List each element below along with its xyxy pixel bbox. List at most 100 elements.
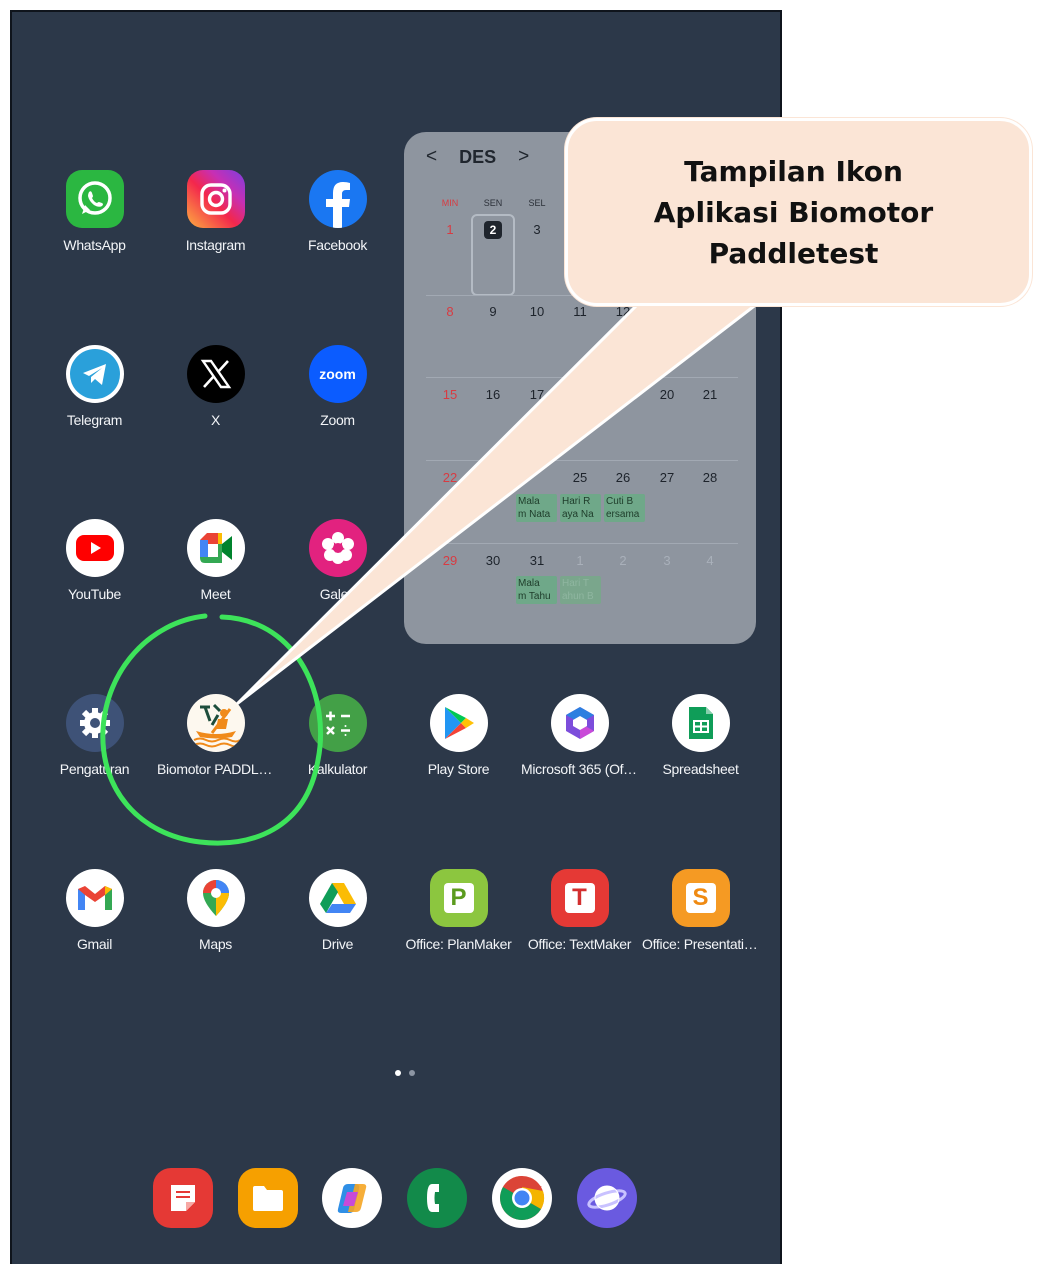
calendar-day[interactable]: 2 [606, 553, 640, 568]
biomotor-paddle-icon [186, 694, 245, 752]
calendar-day[interactable]: 9 [476, 304, 510, 319]
app-biomotor-paddle[interactable]: Biomotor PADDLE... [155, 694, 276, 804]
copilot-icon[interactable] [322, 1168, 382, 1228]
calendar-day[interactable]: 29 [433, 553, 467, 568]
calendar-day[interactable]: 21 [693, 387, 727, 402]
app-label: Maps [198, 936, 233, 952]
app-planmaker[interactable]: P Office: PlanMaker [398, 869, 519, 979]
calendar-today[interactable]: 2 [484, 221, 502, 239]
planmaker-icon-letter: P [443, 883, 474, 913]
app-gallery[interactable]: Galeri [277, 519, 398, 629]
calendar-event[interactable]: Mala m Tahu [516, 576, 557, 604]
calendar-day[interactable]: 4 [693, 553, 727, 568]
calendar-event[interactable]: Mala m Nata [516, 494, 557, 522]
app-label: Office: PlanMaker [405, 936, 512, 952]
calendar-day[interactable]: 22 [433, 470, 467, 485]
app-facebook[interactable]: Facebook [277, 170, 398, 280]
calendar-prev-button[interactable]: < [426, 146, 437, 168]
app-label: Microsoft 365 (Offi... [521, 761, 640, 777]
app-gmail[interactable]: Gmail [34, 869, 155, 979]
app-x[interactable]: X [155, 345, 276, 455]
app-spreadsheet[interactable]: Spreadsheet [640, 694, 761, 804]
calendar-day[interactable]: 26 [606, 470, 640, 485]
app-textmaker[interactable]: T Office: TextMaker [519, 869, 640, 979]
app-presentations[interactable]: S Office: Presentatio... [640, 869, 761, 979]
internet-browser-icon[interactable] [577, 1168, 637, 1228]
app-calculator[interactable]: Kalkulator [277, 694, 398, 804]
page-dot-active [395, 1070, 401, 1076]
calendar-event[interactable]: Hari T ahun B [560, 576, 601, 604]
app-telegram[interactable]: Telegram [34, 345, 155, 455]
app-label: Facebook [307, 237, 368, 253]
app-drive[interactable]: Drive [277, 869, 398, 979]
meet-icon [186, 519, 245, 577]
whatsapp-icon [65, 170, 124, 228]
weekday-label: MIN [441, 198, 459, 208]
calendar-day[interactable]: 1 [563, 553, 597, 568]
calendar-day[interactable]: 12 [606, 304, 640, 319]
app-label: Play Store [427, 761, 490, 777]
maps-icon [186, 869, 245, 927]
notes-icon[interactable] [153, 1168, 213, 1228]
app-instagram[interactable]: Instagram [155, 170, 276, 280]
app-label: Kalkulator [307, 761, 368, 777]
calendar-day[interactable]: 27 [650, 470, 684, 485]
calendar-day[interactable]: 10 [520, 304, 554, 319]
calendar-day[interactable]: 31 [520, 553, 554, 568]
page-dot [409, 1070, 415, 1076]
calendar-next-button[interactable]: > [518, 146, 529, 168]
presentations-icon: S [671, 869, 730, 927]
calendar-event[interactable]: Cuti B ersama [604, 494, 645, 522]
gallery-icon [308, 519, 367, 577]
x-icon [186, 345, 245, 403]
app-label: Office: Presentatio... [642, 936, 761, 952]
calendar-day[interactable]: 16 [476, 387, 510, 402]
calendar-day[interactable]: 8 [433, 304, 467, 319]
app-settings[interactable]: Pengaturan [34, 694, 155, 804]
app-label: YouTube [68, 586, 121, 602]
calendar-day[interactable]: 17 [520, 387, 554, 402]
calendar-month: DES [459, 146, 497, 167]
weekday-label: SEL [528, 198, 546, 208]
youtube-icon [65, 519, 124, 577]
calendar-day[interactable]: 20 [650, 387, 684, 402]
telegram-icon [65, 345, 124, 403]
calendar-event[interactable]: Hari R aya Na [560, 494, 601, 522]
app-label: Spreadsheet [662, 761, 739, 777]
phone-icon[interactable] [407, 1168, 467, 1228]
app-label: Biomotor PADDLE... [157, 761, 276, 777]
calendar-day[interactable]: 28 [693, 470, 727, 485]
presentations-icon-letter: S [685, 883, 716, 913]
page-indicator [395, 1070, 415, 1076]
app-label: Office: TextMaker [527, 936, 632, 952]
calendar-day[interactable]: 1 [433, 222, 467, 237]
app-maps[interactable]: Maps [155, 869, 276, 979]
app-label: Meet [200, 586, 231, 602]
calendar-day[interactable]: 30 [476, 553, 510, 568]
app-label: Pengaturan [59, 761, 130, 777]
app-meet[interactable]: Meet [155, 519, 276, 629]
app-label: Gmail [76, 936, 113, 952]
app-youtube[interactable]: YouTube [34, 519, 155, 629]
app-label: Drive [321, 936, 354, 952]
calendar-day[interactable]: 11 [563, 304, 597, 319]
chrome-icon[interactable] [492, 1168, 552, 1228]
planmaker-icon: P [429, 869, 488, 927]
files-icon[interactable] [238, 1168, 298, 1228]
instagram-icon [186, 170, 245, 228]
play-store-icon [429, 694, 488, 752]
calendar-day[interactable]: 3 [650, 553, 684, 568]
settings-gear-icon [65, 694, 124, 752]
app-microsoft-365[interactable]: Microsoft 365 (Offi... [519, 694, 640, 804]
week-divider [426, 377, 738, 378]
calendar-day[interactable]: 3 [520, 222, 554, 237]
gmail-icon [65, 869, 124, 927]
app-label: Telegram [66, 412, 123, 428]
app-zoom[interactable]: zoom Zoom [277, 345, 398, 455]
zoom-icon-text: zoom [319, 366, 356, 382]
app-label: Zoom [320, 412, 355, 428]
app-play-store[interactable]: Play Store [398, 694, 519, 804]
calendar-day[interactable]: 15 [433, 387, 467, 402]
app-whatsapp[interactable]: WhatsApp [34, 170, 155, 280]
calendar-day[interactable]: 25 [563, 470, 597, 485]
